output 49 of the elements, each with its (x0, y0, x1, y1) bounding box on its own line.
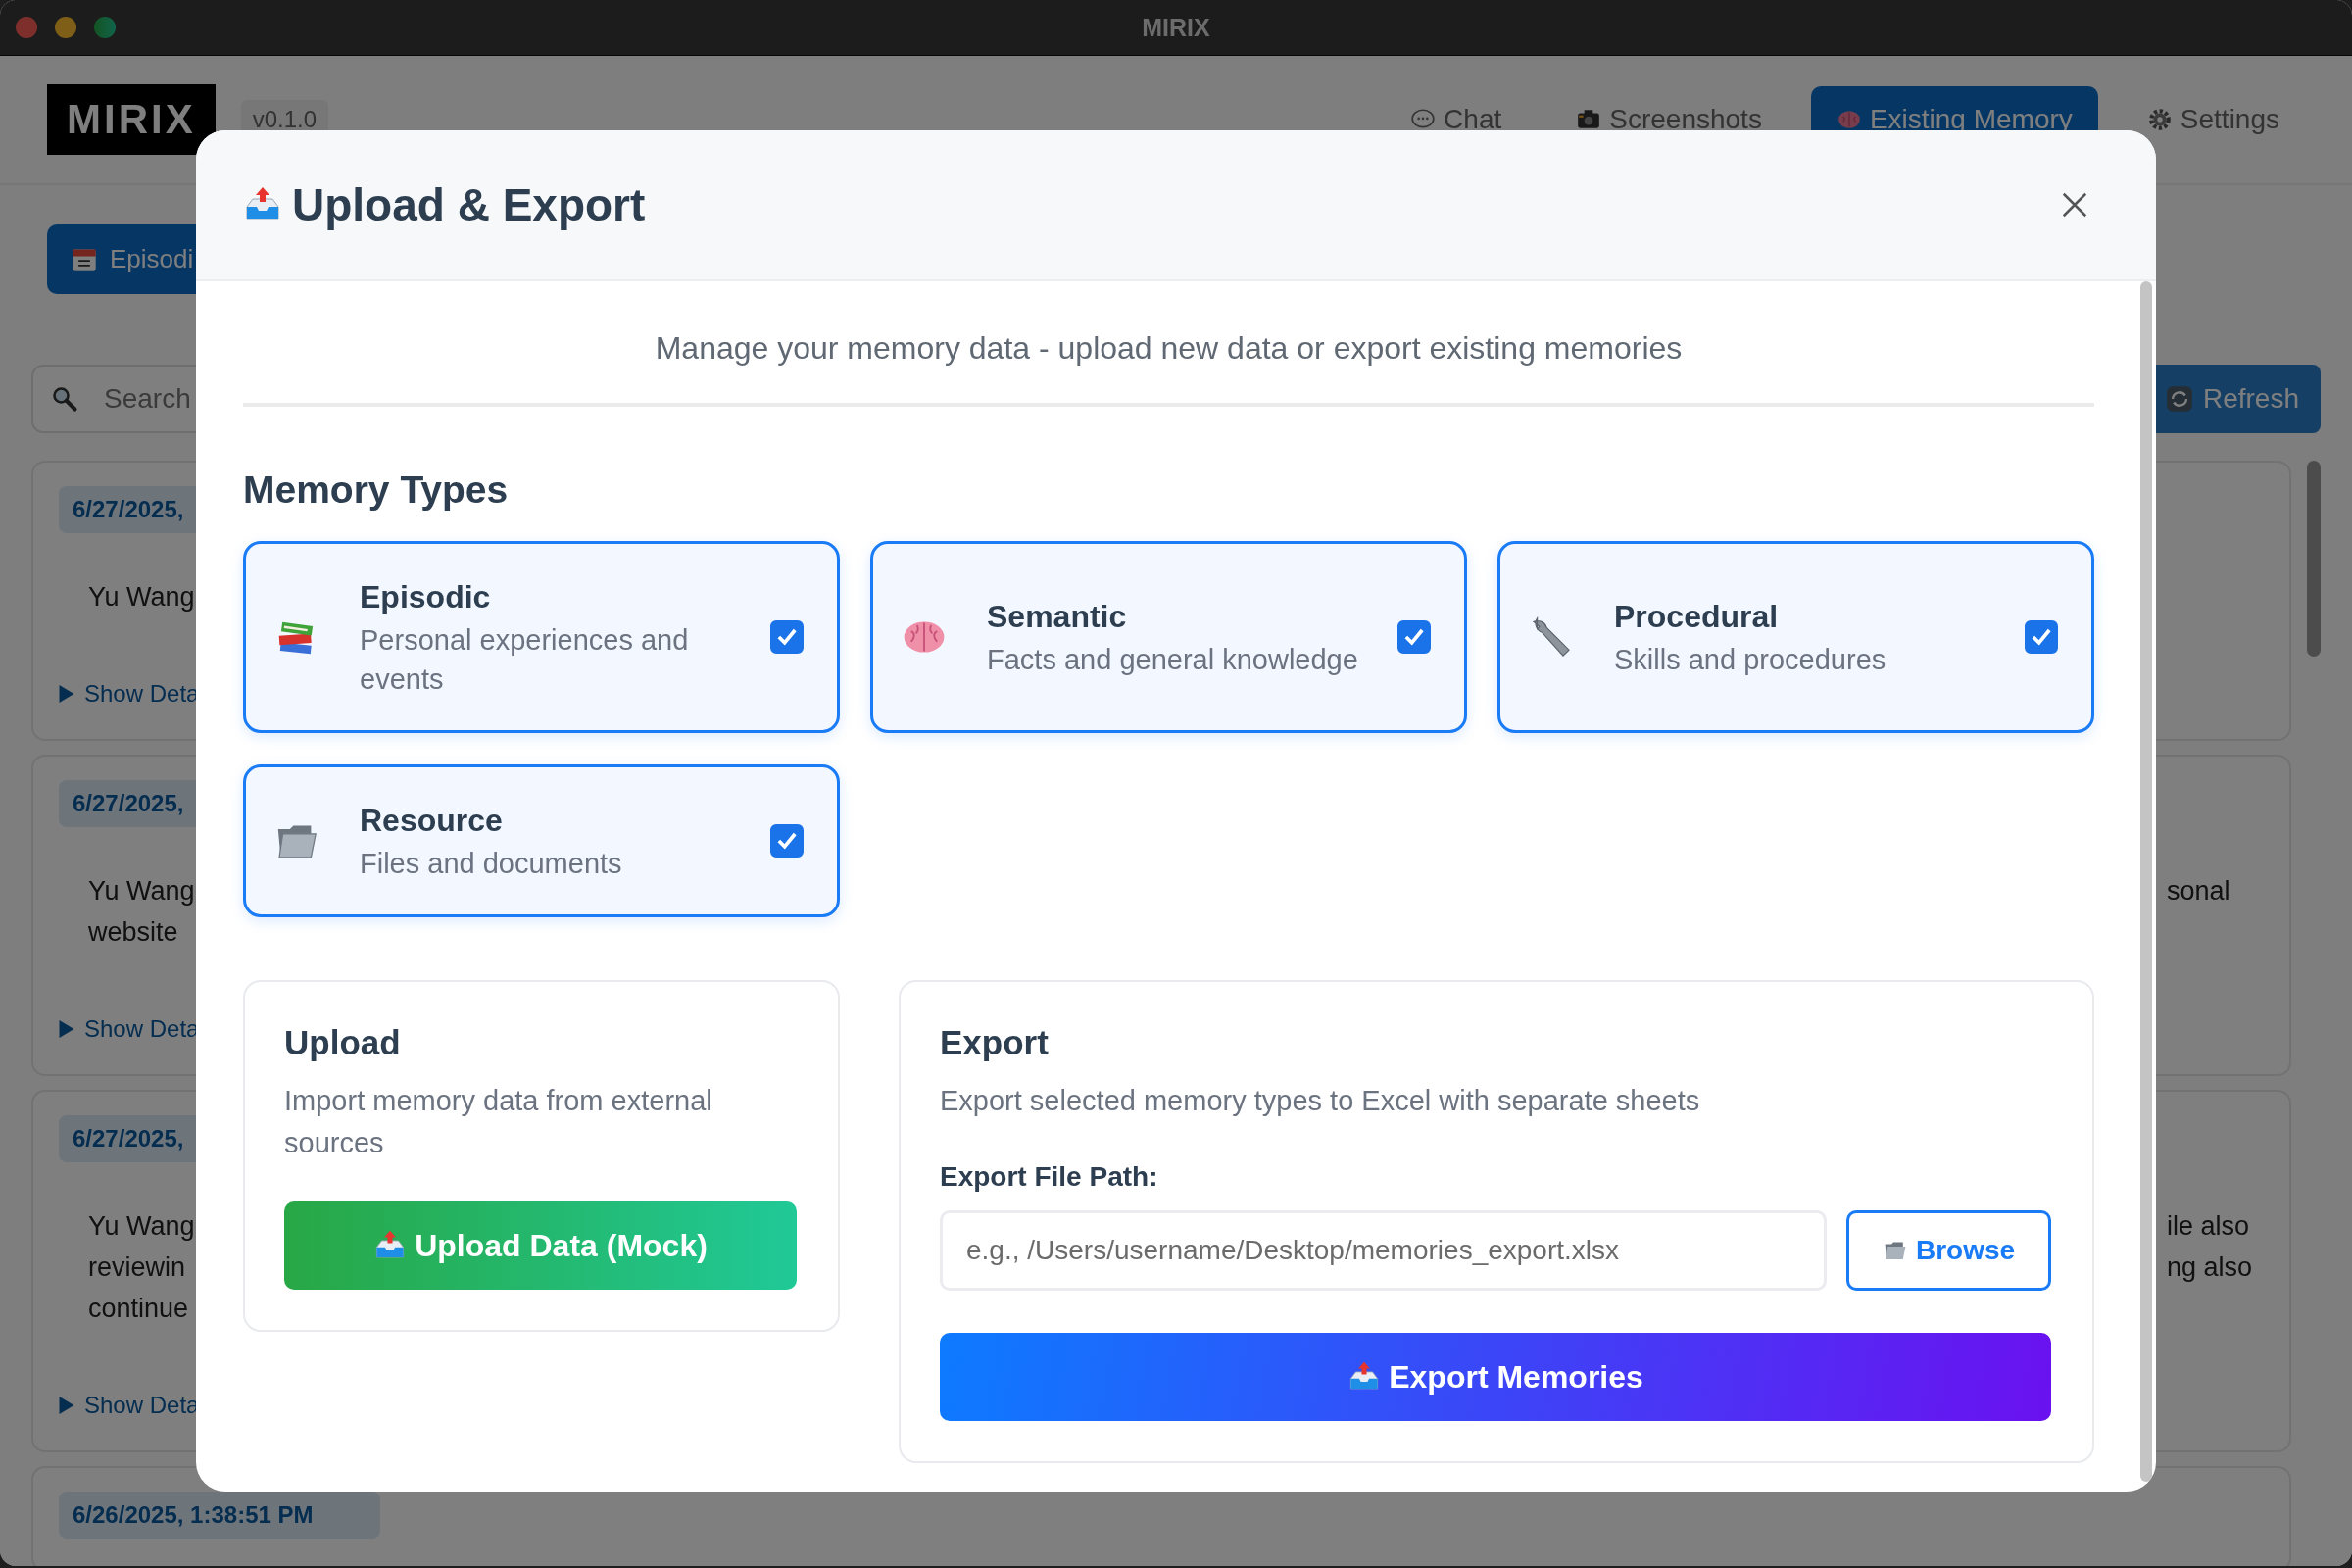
memory-text: continue (88, 1293, 190, 1325)
triangle-icon (59, 1396, 74, 1414)
checkbox[interactable] (770, 620, 804, 654)
window-title: MIRIX (1142, 13, 1210, 42)
checkbox[interactable] (770, 824, 804, 858)
dialog-subtitle: Manage your memory data - upload new data or export existing memories (243, 330, 2094, 407)
memory-type-description: Facts and general knowledge (987, 643, 1358, 677)
close-icon (2060, 190, 2089, 220)
triangle-icon (59, 1020, 74, 1038)
file-path-field[interactable]: e.g., /Users/username/Desktop/memories_export.xlsx (940, 1210, 1827, 1291)
checkbox[interactable] (2025, 620, 2058, 654)
memory-type-option[interactable]: Procedural Skills and procedures (1497, 541, 2094, 733)
memory-text: Yu Wang (88, 1210, 195, 1243)
memory-text: sonal (2167, 875, 2231, 907)
memory-type-description: Files and documents (360, 847, 623, 881)
logo: MIRIX (47, 84, 216, 155)
gear-icon (2146, 107, 2173, 132)
checkbox[interactable] (1397, 620, 1431, 654)
refresh-icon (2165, 385, 2193, 413)
memory-text: ng also (2167, 1251, 2254, 1284)
panel-title: Export (940, 1023, 1050, 1062)
memory-type-description: Skills and procedures (1614, 643, 1887, 677)
upload-button[interactable]: Upload Data (Mock) (284, 1201, 797, 1290)
memory-type-name: Episodic (360, 578, 492, 616)
memory-text: Yu Wang (88, 875, 195, 907)
search-icon (51, 385, 78, 413)
export-button[interactable]: Export Memories (940, 1333, 2051, 1421)
memory-type-option[interactable]: Resource Files and documents (243, 764, 840, 917)
memory-text: website (88, 916, 179, 949)
scrollbar[interactable] (2307, 461, 2321, 657)
memory-text: ile also (2167, 1210, 2251, 1243)
nav-tab[interactable]: Settings (2121, 86, 2305, 153)
minimize-window-button[interactable] (55, 17, 76, 38)
memory-type-option[interactable]: Episodic Personal experiences and events (243, 541, 840, 733)
memory-type-option[interactable]: Semantic Facts and general knowledge (870, 541, 1467, 733)
panel-description: Export selected memory types to Excel with separate sheets (940, 1084, 1701, 1118)
nav-tab[interactable]: Chat (1385, 86, 1528, 153)
panel-title: Upload (284, 1023, 402, 1062)
memory-text: reviewin (88, 1251, 187, 1284)
browse-button[interactable]: Browse (1846, 1210, 2051, 1291)
date-badge: 6/26/2025, 1:38:51 PM (59, 1492, 380, 1539)
scrollbar[interactable] (2140, 281, 2152, 1482)
triangle-icon (59, 685, 74, 703)
memory-text: Yu Wang (88, 581, 195, 613)
zoom-window-button[interactable] (94, 17, 116, 38)
memory-type-name: Semantic (987, 598, 1128, 636)
field-label: Export File Path: (940, 1161, 1159, 1193)
memory-type-name: Procedural (1614, 598, 1780, 636)
memory-type-description: Personal experiences and events (360, 623, 690, 697)
